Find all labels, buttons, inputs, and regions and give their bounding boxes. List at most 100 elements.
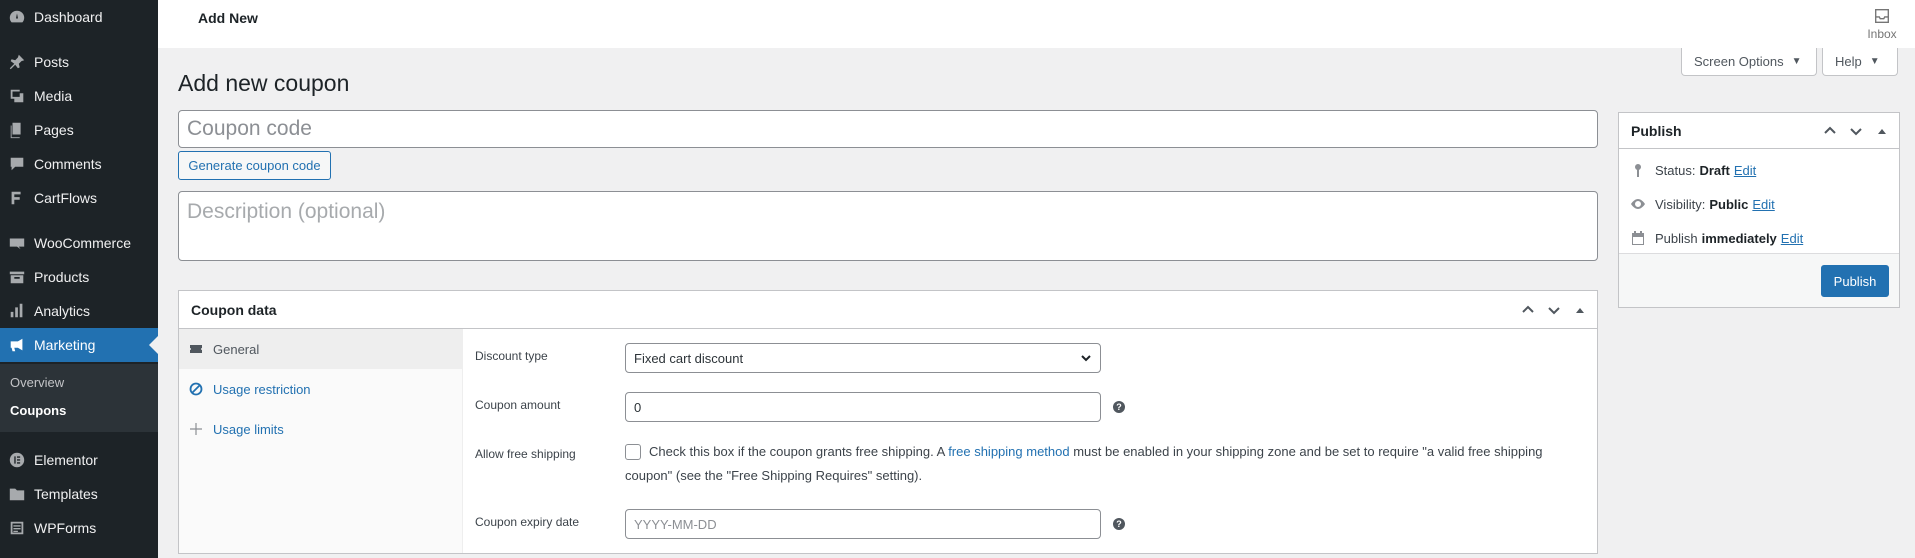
- sidebar-item-marketing[interactable]: Marketing: [0, 328, 158, 362]
- free-shipping-method-link[interactable]: free shipping method: [948, 444, 1069, 459]
- coupon-data-tabs: General Usage restriction Usage limits: [179, 329, 463, 553]
- coupon-amount-input[interactable]: [625, 392, 1101, 422]
- media-icon: [0, 87, 34, 105]
- sidebar-item-wpforms[interactable]: WPForms: [0, 511, 158, 545]
- comment-icon: [0, 155, 34, 173]
- sidebar-item-products[interactable]: Products: [0, 260, 158, 294]
- ticket-icon: [189, 342, 203, 356]
- submenu-item-coupons[interactable]: Coupons: [10, 403, 66, 418]
- chevron-down-icon: [1850, 128, 1862, 136]
- chevron-down-icon: [1548, 307, 1560, 315]
- sidebar-item-label: Marketing: [34, 337, 96, 353]
- inbox-label: Inbox: [1867, 27, 1897, 41]
- plus-icon: [189, 422, 203, 436]
- sidebar-item-elementor[interactable]: Elementor: [0, 443, 158, 477]
- page-title: Add new coupon: [178, 70, 350, 96]
- coupon-data-panel: Coupon data General Usage restriction Us…: [178, 290, 1598, 554]
- sidebar-item-label: Products: [34, 269, 90, 285]
- sidebar-item-media[interactable]: Media: [0, 79, 158, 113]
- screen-options-label: Screen Options: [1694, 54, 1784, 69]
- status-label: Status:: [1655, 162, 1696, 178]
- sidebar-item-label: Analytics: [34, 303, 91, 319]
- sidebar-item-label: Templates: [34, 486, 98, 502]
- publish-status-row: Status: Draft Edit: [1629, 160, 1756, 180]
- help-button[interactable]: Help ▼: [1822, 48, 1898, 76]
- publish-footer: Publish: [1619, 253, 1899, 307]
- sidebar-item-label: WPForms: [34, 520, 97, 536]
- pin-icon: [0, 53, 34, 71]
- expiry-date-label: Coupon expiry date: [475, 515, 580, 529]
- help-tip-icon[interactable]: ?: [1113, 401, 1125, 413]
- publish-title: Publish: [1631, 123, 1682, 139]
- dashboard-icon: [0, 8, 34, 26]
- sidebar-item-label: Pages: [34, 122, 74, 138]
- sidebar-item-label: WooCommerce: [34, 235, 131, 251]
- tab-general[interactable]: General: [179, 329, 463, 369]
- caret-down-icon: ▼: [1791, 56, 1802, 67]
- woocommerce-icon: [0, 234, 34, 252]
- generate-coupon-code-button[interactable]: Generate coupon code: [178, 151, 331, 180]
- expiry-date-input[interactable]: [625, 509, 1101, 539]
- tab-usage-limits[interactable]: Usage limits: [179, 409, 463, 449]
- discount-type-select[interactable]: Fixed cart discount: [625, 343, 1101, 373]
- submenu-item-overview[interactable]: Overview: [10, 375, 64, 390]
- triangle-up-icon: [1878, 129, 1886, 134]
- edit-visibility-link[interactable]: Edit: [1752, 197, 1774, 212]
- chevron-up-icon: [1522, 305, 1534, 313]
- bar-chart-icon: [0, 302, 34, 320]
- edit-schedule-link[interactable]: Edit: [1781, 231, 1803, 246]
- tab-label: Usage limits: [213, 421, 284, 437]
- toggle-panel-button[interactable]: [1571, 301, 1589, 319]
- sidebar-item-cartflows[interactable]: CartFlows: [0, 181, 158, 215]
- sidebar-item-woocommerce[interactable]: WooCommerce: [0, 226, 158, 260]
- sidebar-item-label: CartFlows: [34, 190, 98, 206]
- description-textarea[interactable]: [178, 191, 1598, 261]
- megaphone-icon: [0, 336, 34, 354]
- sidebar-item-dashboard[interactable]: Dashboard: [0, 0, 158, 34]
- visibility-value: Public: [1709, 196, 1749, 212]
- schedule-label: Publish: [1655, 230, 1698, 246]
- free-shipping-description: Check this box if the coupon grants free…: [625, 440, 1565, 488]
- toggle-panel-button[interactable]: [1873, 122, 1891, 140]
- chevron-down-icon: [1081, 355, 1091, 362]
- move-down-button[interactable]: [1545, 301, 1563, 319]
- discount-type-label: Discount type: [475, 349, 548, 363]
- sidebar-item-comments[interactable]: Comments: [0, 147, 158, 181]
- sidebar-item-templates[interactable]: Templates: [0, 477, 158, 511]
- help-label: Help: [1835, 54, 1862, 69]
- caret-down-icon: ▼: [1869, 56, 1880, 67]
- elementor-icon: [0, 451, 34, 469]
- publish-visibility-row: Visibility: Public Edit: [1629, 194, 1775, 214]
- calendar-icon: [1629, 229, 1647, 247]
- free-shipping-label: Allow free shipping: [475, 447, 576, 461]
- inbox-button[interactable]: Inbox: [1857, 0, 1907, 48]
- status-value: Draft: [1699, 162, 1730, 178]
- sidebar-item-label: Media: [34, 88, 73, 104]
- publish-button[interactable]: Publish: [1821, 265, 1889, 297]
- coupon-code-input[interactable]: [178, 110, 1598, 148]
- move-up-button[interactable]: [1821, 122, 1839, 140]
- form-icon: [0, 519, 34, 537]
- sidebar-item-analytics[interactable]: Analytics: [0, 294, 158, 328]
- schedule-value: immediately: [1701, 230, 1777, 246]
- help-tip-icon[interactable]: ?: [1113, 518, 1125, 530]
- sidebar-item-posts[interactable]: Posts: [0, 45, 158, 79]
- chevron-up-icon: [1824, 126, 1836, 134]
- triangle-up-icon: [1576, 308, 1584, 313]
- sidebar-item-label: Posts: [34, 54, 70, 70]
- visibility-label: Visibility:: [1655, 196, 1706, 212]
- edit-status-link[interactable]: Edit: [1734, 163, 1756, 178]
- move-up-button[interactable]: [1519, 301, 1537, 319]
- tab-label: General: [213, 341, 260, 357]
- eye-icon: [1629, 195, 1647, 213]
- sidebar-item-pages[interactable]: Pages: [0, 113, 158, 147]
- tab-usage-restriction[interactable]: Usage restriction: [179, 369, 463, 409]
- coupon-data-title: Coupon data: [191, 302, 277, 318]
- folder-icon: [0, 485, 34, 503]
- inbox-icon: [1875, 9, 1889, 23]
- coupon-amount-label: Coupon amount: [475, 398, 561, 412]
- archive-icon: [0, 268, 34, 286]
- screen-options-button[interactable]: Screen Options ▼: [1681, 48, 1817, 76]
- marketing-submenu: Overview Coupons: [0, 364, 158, 432]
- move-down-button[interactable]: [1847, 122, 1865, 140]
